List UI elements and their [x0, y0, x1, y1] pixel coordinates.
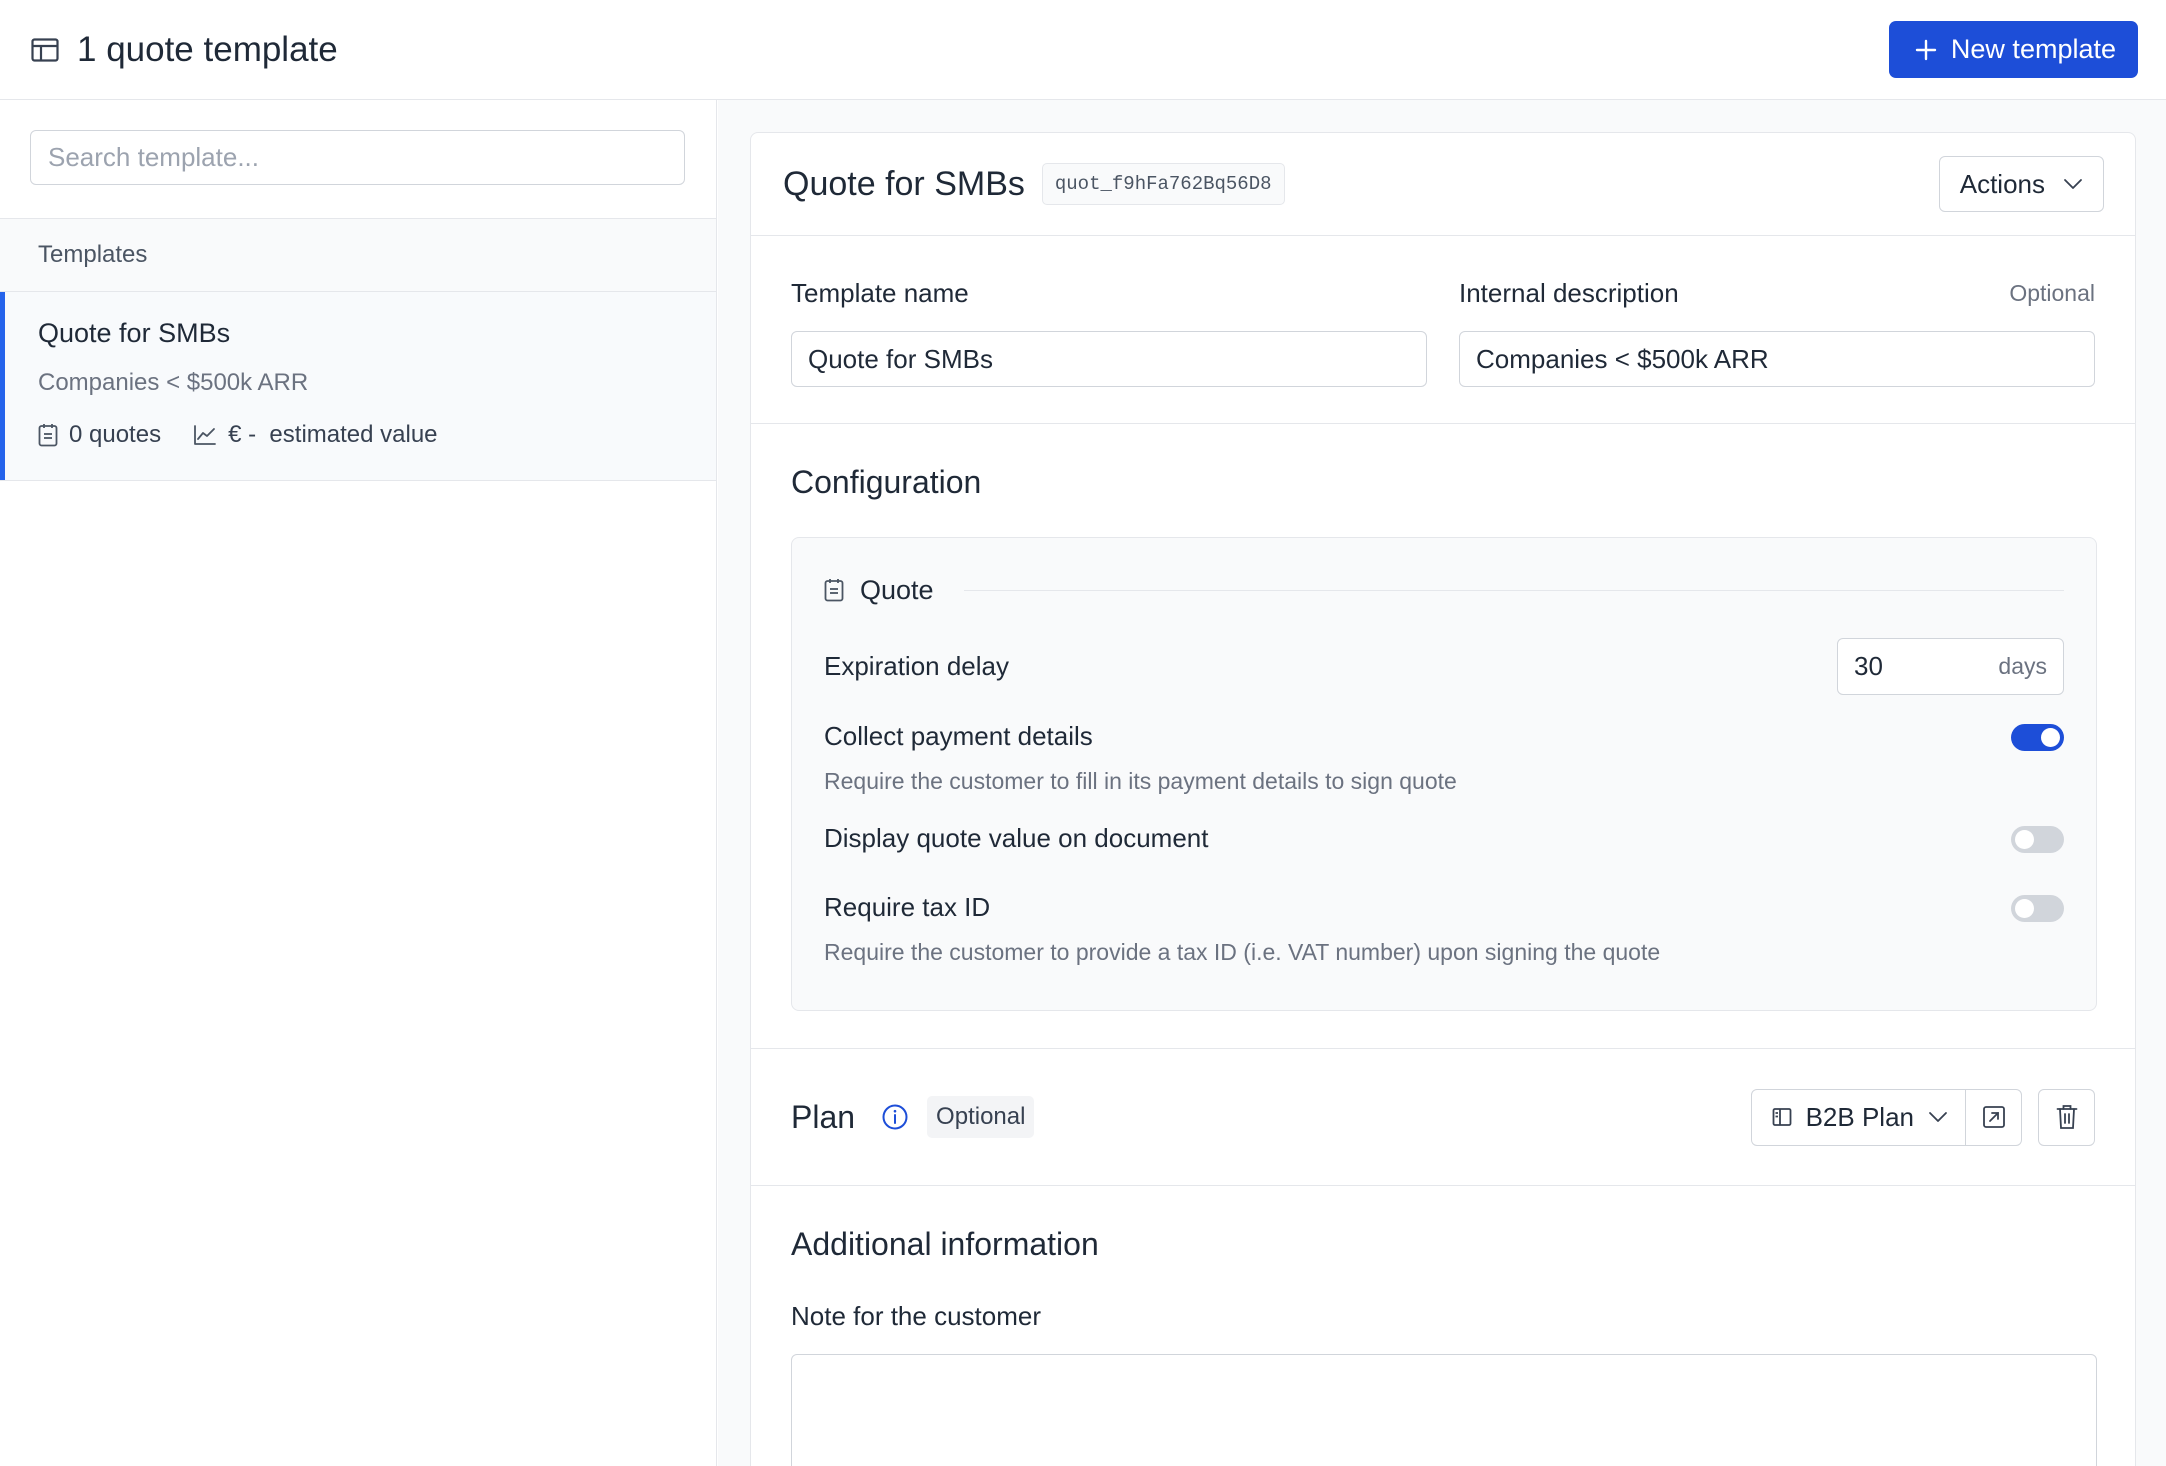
top-bar: 1 quote template New template — [0, 0, 2166, 100]
template-item-name: Quote for SMBs — [38, 318, 231, 348]
estimated-value: € - estimated value — [228, 421, 438, 448]
additional-info-title: Additional information — [791, 1226, 1099, 1262]
chevron-down-icon — [1928, 1111, 1948, 1123]
templates-section-header: Templates — [0, 219, 716, 292]
collect-payment-help: Require the customer to fill in its paym… — [824, 768, 1457, 794]
book-icon — [1772, 1107, 1792, 1127]
collect-payment-label: Collect payment details — [824, 721, 1093, 751]
quotes-count: 0 quotes — [69, 421, 162, 448]
require-tax-label: Require tax ID — [824, 892, 991, 922]
display-value-toggle[interactable] — [2011, 826, 2064, 853]
internal-description-label-row: Internal description Optional — [1459, 278, 2095, 309]
display-value-label: Display quote value on document — [824, 823, 1209, 853]
collect-payment-toggle[interactable] — [2011, 724, 2064, 751]
expiration-delay-label: Expiration delay — [824, 651, 1009, 681]
note-textarea[interactable] — [791, 1354, 2097, 1466]
expiration-delay-row: Expiration delay 30 days — [824, 638, 2064, 695]
quotes-count-group: 0 quotes — [38, 421, 161, 449]
template-detail-card: Quote for SMBs quot_f9hFa762Bq56D8 Actio… — [750, 132, 2136, 1466]
estimated-value-group: € - estimated value — [193, 421, 438, 449]
app: 1 quote template New template Templates … — [0, 0, 2166, 1466]
additional-info-section: Additional information Note for the cust… — [751, 1186, 2135, 1466]
template-name-label: Template name — [791, 278, 969, 308]
quote-config-box: Quote Expiration delay 30 days Collect p… — [791, 537, 2097, 1011]
internal-description-input[interactable]: Companies < $500k ARR — [1459, 331, 2095, 387]
internal-description-label: Internal description — [1459, 278, 1679, 308]
detail-header: Quote for SMBs quot_f9hFa762Bq56D8 Actio… — [751, 133, 2135, 236]
template-item-meta: 0 quotes € - estimated value — [38, 421, 716, 449]
configuration-title: Configuration — [791, 464, 982, 500]
open-plan-button[interactable] — [1966, 1090, 2021, 1145]
detail-title-group: Quote for SMBs quot_f9hFa762Bq56D8 — [783, 163, 1285, 205]
header-title-group: 1 quote template — [31, 30, 338, 70]
delete-plan-button[interactable] — [2038, 1088, 2095, 1146]
toggle-knob — [2041, 728, 2060, 747]
trash-icon — [2056, 1104, 2078, 1130]
template-id-badge: quot_f9hFa762Bq56D8 — [1041, 163, 1285, 205]
configuration-section: Configuration Quote Expiration delay 30 … — [751, 424, 2135, 1049]
trend-chart-icon — [193, 424, 217, 446]
detail-title: Quote for SMBs — [783, 164, 1025, 203]
divider — [963, 589, 2064, 591]
quote-config-header: Quote — [824, 538, 2064, 638]
collect-payment-text: Collect payment details Require the cust… — [824, 721, 1457, 795]
plus-icon — [1915, 39, 1937, 61]
plan-title: Plan — [791, 1098, 856, 1135]
expiration-delay-input[interactable]: 30 days — [1837, 638, 2064, 695]
quote-group-label: Quote — [860, 574, 934, 605]
template-name-field: Template name Quote for SMBs — [791, 278, 1427, 423]
expiration-delay-value: 30 — [1854, 651, 1883, 681]
table-layout-icon — [31, 37, 59, 62]
new-template-button[interactable]: New template — [1888, 21, 2138, 78]
plan-section: Plan Optional B2B Plan — [751, 1049, 2135, 1186]
require-tax-toggle[interactable] — [2011, 895, 2064, 922]
page-title: 1 quote template — [77, 29, 338, 69]
chevron-down-icon — [2063, 178, 2083, 190]
actions-label: Actions — [1959, 168, 2045, 199]
new-template-label: New template — [1950, 34, 2116, 64]
document-icon — [38, 423, 58, 447]
main-panel: Quote for SMBs quot_f9hFa762Bq56D8 Actio… — [718, 100, 2166, 1466]
internal-description-optional: Optional — [2009, 280, 2095, 306]
plan-select-group: B2B Plan — [1750, 1088, 2022, 1146]
display-value-row: Display quote value on document — [824, 823, 2064, 854]
plan-controls: B2B Plan — [1750, 1088, 2095, 1146]
search-section — [0, 100, 716, 219]
template-item-description: Companies < $500k ARR — [38, 369, 309, 396]
template-name-value: Quote for SMBs — [808, 343, 993, 374]
collect-payment-row: Collect payment details Require the cust… — [824, 721, 2064, 795]
actions-button[interactable]: Actions — [1938, 156, 2104, 212]
expiration-delay-unit: days — [1998, 653, 2047, 679]
external-link-icon — [1982, 1105, 2006, 1129]
note-label: Note for the customer — [791, 1301, 1041, 1331]
info-icon[interactable] — [881, 1103, 909, 1131]
require-tax-text: Require tax ID Require the customer to p… — [824, 892, 1660, 966]
template-name-label-row: Template name — [791, 278, 1427, 309]
template-name-input[interactable]: Quote for SMBs — [791, 331, 1427, 387]
internal-description-field: Internal description Optional Companies … — [1459, 278, 2095, 423]
template-list-item[interactable]: Quote for SMBs Companies < $500k ARR 0 q… — [0, 292, 716, 481]
plan-title-group: Plan Optional — [791, 1096, 1035, 1138]
search-input[interactable] — [30, 130, 685, 185]
toggle-knob — [2015, 830, 2034, 849]
plan-select-value: B2B Plan — [1805, 1101, 1914, 1132]
sidebar: Templates Quote for SMBs Companies < $50… — [0, 100, 717, 1466]
toggle-knob — [2015, 899, 2034, 918]
require-tax-help: Require the customer to provide a tax ID… — [824, 939, 1661, 965]
basic-fields-section: Template name Quote for SMBs Internal de… — [751, 236, 2135, 424]
internal-description-value: Companies < $500k ARR — [1476, 343, 1769, 374]
templates-section-label: Templates — [38, 241, 148, 268]
require-tax-row: Require tax ID Require the customer to p… — [824, 892, 2064, 966]
document-icon — [824, 578, 844, 602]
plan-select[interactable]: B2B Plan — [1752, 1089, 1966, 1145]
plan-optional-badge: Optional — [927, 1096, 1035, 1138]
